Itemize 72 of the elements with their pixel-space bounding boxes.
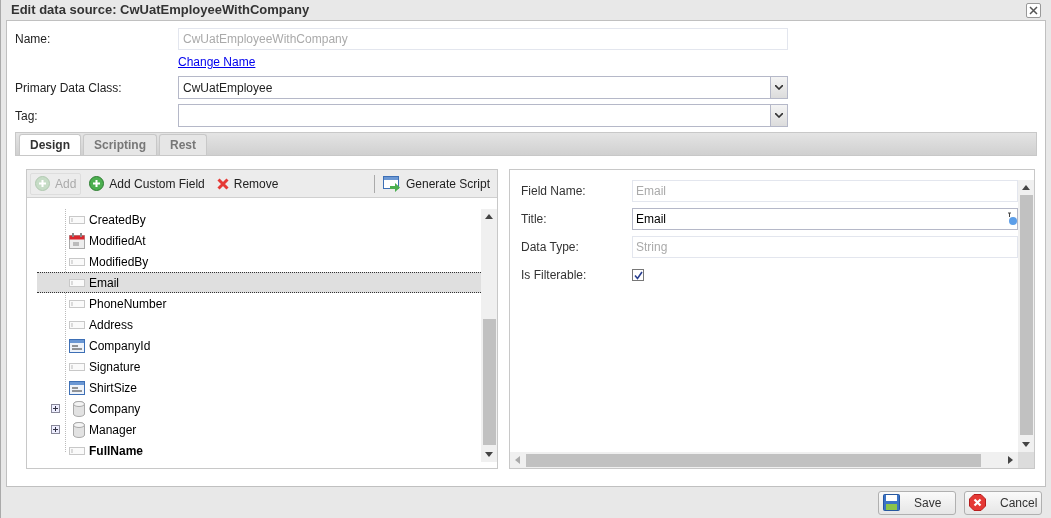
field-icon <box>69 278 85 287</box>
tab[interactable]: Scripting <box>83 134 158 155</box>
scroll-up-icon <box>485 214 493 219</box>
scroll-up-icon <box>1022 185 1030 190</box>
scroll-left-icon <box>515 456 520 464</box>
toolbar-button[interactable]: Generate Script <box>378 172 494 195</box>
checkmark-icon <box>633 270 643 280</box>
tab[interactable]: Design <box>19 134 81 155</box>
filterable-checkbox[interactable] <box>632 269 644 281</box>
scroll-right-icon <box>1008 456 1013 464</box>
vertical-scrollbar[interactable] <box>1018 180 1034 452</box>
toolbar-button[interactable]: Add Custom Field <box>85 172 209 195</box>
add-icon <box>35 176 50 191</box>
window-title: Edit data source: CwUatEmployeeWithCompany <box>11 1 310 20</box>
tab[interactable]: Rest <box>159 134 208 155</box>
tree-item[interactable]: ModifiedAt <box>37 230 481 251</box>
add-icon <box>89 176 105 191</box>
title-field[interactable]: Email <box>632 208 1018 230</box>
tag-label: Tag: <box>15 107 39 125</box>
dropdown-value: CwUatEmployee <box>182 79 274 97</box>
tree-item[interactable]: Email <box>37 272 481 293</box>
property-label: Data Type: <box>521 239 580 256</box>
dropdown-button[interactable] <box>770 77 787 98</box>
field-icon <box>69 215 85 224</box>
primary-data-class-dropdown[interactable]: CwUatEmployee <box>178 76 788 99</box>
field-icon <box>69 362 85 371</box>
chevron-down-icon <box>775 85 783 90</box>
list-icon <box>69 380 85 395</box>
property-label: Title: <box>521 211 548 228</box>
dropdown-button[interactable] <box>770 105 787 126</box>
horizontal-scrollbar[interactable] <box>510 452 1018 468</box>
calendar-icon <box>69 232 85 249</box>
tree-item[interactable]: PhoneNumber <box>37 293 481 314</box>
field-icon <box>69 257 85 266</box>
field-icon <box>69 446 85 455</box>
tree-item[interactable]: CreatedBy <box>37 209 481 230</box>
property-label: Field Name: <box>521 183 587 200</box>
tree-item[interactable]: Manager <box>37 419 481 440</box>
name-label: Name: <box>15 31 52 48</box>
tree-item[interactable]: Company <box>37 398 481 419</box>
translate-icon[interactable] <box>1007 212 1017 226</box>
tree-item[interactable]: ModifiedBy <box>37 251 481 272</box>
close-icon <box>1029 5 1038 15</box>
field-icon <box>69 299 85 308</box>
field-icon <box>69 320 85 329</box>
scroll-down-icon <box>485 452 493 457</box>
database-icon <box>73 400 85 417</box>
close-button[interactable] <box>1026 2 1041 18</box>
expand-icon[interactable] <box>51 425 60 434</box>
chevron-down-icon <box>775 113 783 118</box>
expand-icon[interactable] <box>51 404 60 413</box>
list-icon <box>69 338 85 353</box>
tree-item[interactable]: FullName <box>37 440 481 461</box>
toolbar-button[interactable]: Remove <box>212 172 283 195</box>
tree-item[interactable]: CompanyId <box>37 335 481 356</box>
cancel-button[interactable]: Cancel <box>964 490 1042 515</box>
tree-item[interactable]: ShirtSize <box>37 377 481 398</box>
cancel-icon <box>969 494 986 511</box>
vertical-scrollbar[interactable] <box>481 209 497 462</box>
database-icon <box>73 421 85 438</box>
tree-item[interactable]: Address <box>37 314 481 335</box>
primary-data-class-label: Primary Data Class: <box>15 79 123 97</box>
close-icon <box>216 177 229 190</box>
scrollbar-corner <box>1018 452 1034 468</box>
scrollbar-thumb[interactable] <box>482 319 496 445</box>
save-button[interactable]: Save <box>878 490 956 515</box>
scroll-down-icon <box>1022 442 1030 447</box>
property-label: Is Filterable: <box>521 267 588 284</box>
tree-item[interactable]: Signature <box>37 356 481 377</box>
scrollbar-thumb[interactable] <box>1019 195 1033 435</box>
scrollbar-thumb[interactable] <box>526 453 981 467</box>
change-name-link[interactable]: Change Name <box>178 53 256 71</box>
